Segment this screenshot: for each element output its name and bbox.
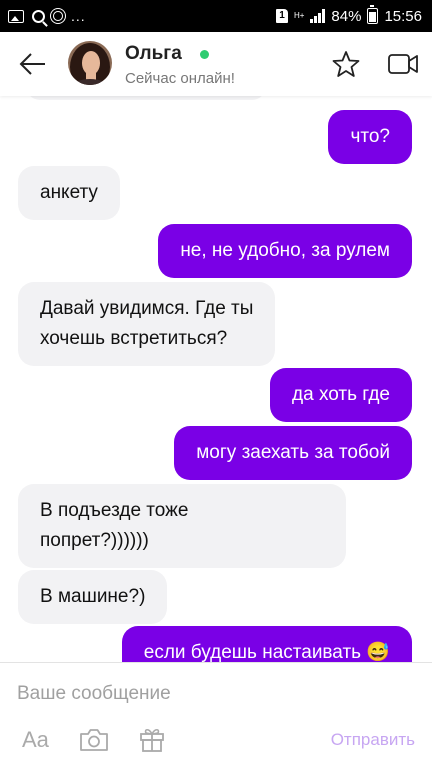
send-button[interactable]: Отправить [331, 730, 415, 750]
message-list[interactable]: что? анкету не, не удобно, за рулем Дава… [0, 96, 432, 662]
clock: 15:56 [384, 7, 422, 25]
sim-slot-icon: 1 [275, 9, 288, 23]
gallery-notification-icon [8, 9, 24, 23]
message-outgoing[interactable]: могу заехать за тобой [174, 426, 412, 480]
message-outgoing[interactable]: не, не удобно, за рулем [158, 224, 412, 278]
gift-icon [140, 728, 164, 752]
favorite-button[interactable] [330, 48, 362, 80]
star-icon [332, 51, 360, 77]
online-indicator [200, 50, 209, 59]
battery-icon [367, 5, 379, 24]
gift-button[interactable] [138, 725, 166, 753]
arrow-left-icon [19, 53, 45, 75]
signal-strength-icon [310, 9, 326, 23]
video-camera-icon [388, 54, 418, 74]
contact-status: Сейчас онлайн! [125, 70, 235, 87]
message-bubble-partial [26, 96, 266, 100]
back-button[interactable] [14, 46, 50, 82]
camera-button[interactable] [78, 727, 110, 753]
chat-header: Ольга Сейчас онлайн! [0, 32, 432, 96]
message-incoming[interactable]: В машине?) [18, 570, 168, 624]
message-incoming[interactable]: В подъезде тоже попрет?)))))) [18, 484, 346, 568]
text-format-button[interactable]: Aa [22, 727, 49, 753]
message-input[interactable] [17, 683, 317, 705]
status-bar: ... 1 H+ 84% 15:56 [0, 0, 432, 32]
message-incoming[interactable]: анкету [18, 166, 120, 220]
battery-percent: 84% [331, 7, 362, 25]
contact-name[interactable]: Ольга [125, 43, 182, 65]
message-outgoing[interactable]: что? [328, 110, 412, 164]
video-call-button[interactable] [387, 50, 419, 78]
network-type: H+ [293, 11, 305, 20]
brightness-notification-icon [53, 11, 63, 21]
contact-avatar[interactable] [68, 41, 112, 85]
message-composer: Aa Отправить [0, 662, 432, 769]
message-outgoing[interactable]: если будешь настаивать 😅 [121, 626, 412, 662]
message-incoming[interactable]: Давай увидимся. Где ты хочешь встретитьс… [18, 282, 276, 366]
camera-icon [80, 729, 108, 751]
search-notification-icon [32, 9, 45, 23]
more-notifications-indicator: ... [71, 8, 86, 24]
message-outgoing[interactable]: да хоть где [270, 368, 412, 422]
